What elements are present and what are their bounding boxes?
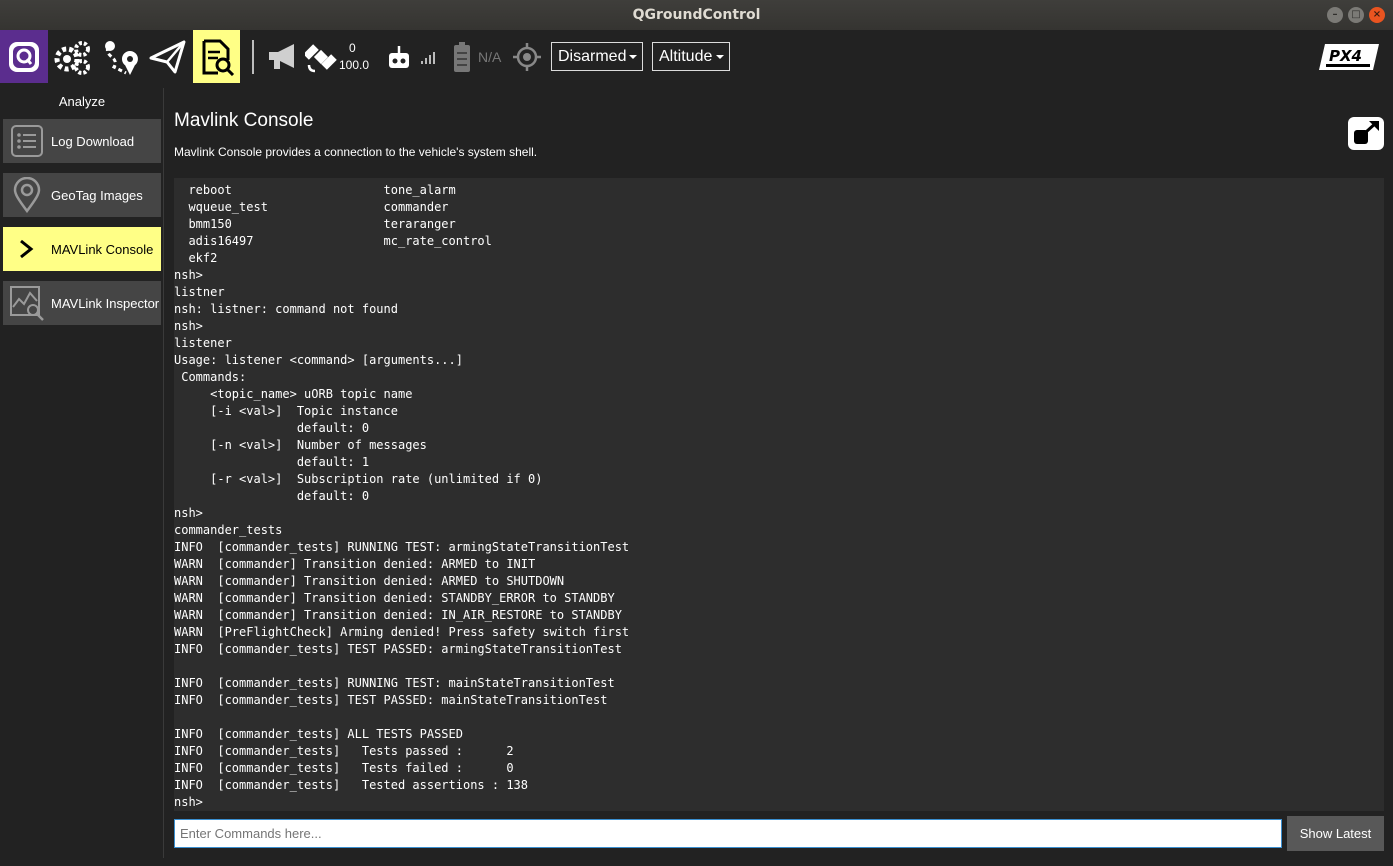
show-latest-button[interactable]: Show Latest [1287,816,1384,851]
gps-indicator[interactable] [304,30,338,83]
command-input[interactable] [174,819,1282,848]
analyze-document-icon [202,39,234,76]
sidebar-item-label: MAVLink Console [51,241,154,257]
chart-inspect-icon [3,281,51,325]
window-controls: – □ × [1327,7,1385,23]
battery-value: N/A [478,49,502,65]
rc-transmitter-icon [389,45,409,68]
fly-view-button[interactable] [146,30,190,83]
qgc-logo-button[interactable] [0,30,48,83]
analyze-sidebar: Analyze Log Download GeoTag Images MAVLi… [0,88,164,858]
arm-state-label: Disarmed [558,48,627,65]
window-title: QGroundControl [632,7,761,23]
qgc-logo-icon [9,41,39,72]
rc-signal-bars [418,30,438,83]
messages-button[interactable] [264,30,302,83]
rc-rssi-indicator[interactable] [384,30,414,83]
console-text: reboot tone_alarm wqueue_test commander … [174,183,630,809]
settings-gears-button[interactable] [50,30,94,83]
main-toolbar: 0 100.0 N/A Disarmed Altitude PX4 [0,30,1393,85]
page-title: Mavlink Console [174,110,314,131]
map-pin-icon [3,173,51,217]
popout-window-button[interactable] [1348,117,1384,150]
px4-logo: PX4 [1315,30,1383,83]
gps-satellite-count: 0 [349,41,356,55]
battery-indicator[interactable] [450,30,474,83]
gps-hdop-value: 100.0 [339,58,370,72]
flight-mode-label: Altitude [659,48,713,65]
plan-view-button[interactable] [98,30,142,83]
crosshair-icon [513,42,541,71]
sidebar-title: Analyze [58,94,106,109]
svg-text:PX4: PX4 [1329,47,1362,65]
waypoint-route-icon [105,40,138,75]
chevron-down-icon [629,55,637,59]
popout-icon [1354,120,1379,144]
sidebar-item-label: MAVLink Inspector [51,295,160,311]
flight-mode-dropdown[interactable]: Altitude [652,42,730,71]
sidebar-item-mavlink-inspector[interactable]: MAVLink Inspector [3,281,161,325]
analyze-view-button[interactable] [193,30,240,83]
maximize-button[interactable]: □ [1348,7,1364,23]
satellite-icon [305,43,337,72]
sidebar-item-geotag-images[interactable]: GeoTag Images [3,173,161,217]
px4-autopilot-logo-icon: PX4 [1319,43,1379,70]
signal-strength-icon [421,51,435,64]
toolbar-divider [252,40,254,74]
sidebar-item-mavlink-console[interactable]: MAVLink Console [3,227,161,271]
megaphone-icon [269,43,294,69]
arm-state-dropdown[interactable]: Disarmed [551,42,643,71]
minimize-button[interactable]: – [1327,7,1343,23]
close-button[interactable]: × [1369,7,1385,23]
list-icon [3,119,51,163]
sidebar-item-label: Log Download [51,133,135,149]
mavlink-console-page: Mavlink Console Mavlink Console provides… [165,88,1393,866]
chevron-down-icon [716,55,724,59]
gears-icon [54,40,90,75]
rtk-gps-indicator[interactable] [510,30,544,83]
paper-plane-icon [149,40,186,73]
chevron-right-icon [3,227,51,271]
battery-icon [454,41,470,72]
sidebar-item-log-download[interactable]: Log Download [3,119,161,163]
sidebar-item-label: GeoTag Images [51,187,143,203]
window-titlebar: QGroundControl – □ × [0,0,1393,30]
page-description: Mavlink Console provides a connection to… [174,145,538,159]
console-output[interactable]: reboot tone_alarm wqueue_test commander … [174,178,1384,811]
